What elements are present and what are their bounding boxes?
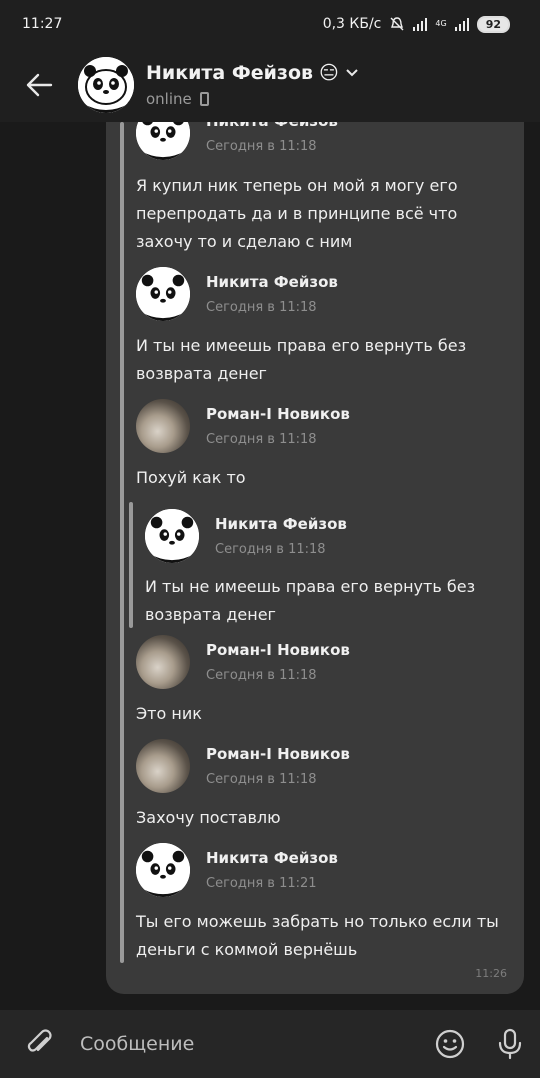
phone-icon [199,92,209,106]
message-text: Я купил ник теперь он мой я могу его пер… [136,176,458,251]
emoji-icon [435,1029,465,1059]
message-time: Сегодня в 11:18 [206,668,317,683]
message-time: Сегодня в 11:21 [206,876,317,891]
message-header: Роман-I Новиков Сегодня в 11:18 [136,739,350,793]
author-name: Никита Фейзов [206,273,338,291]
status-icons: 0,3 КБ/с 4G 92 [322,15,510,33]
author-avatar [136,843,190,897]
author-name: Роман-I Новиков [206,641,350,659]
network-type: 4G [435,19,447,28]
author-avatar [136,635,190,689]
input-bar: Сообщение [0,1010,540,1078]
message-text: И ты не имеешь права его вернуть без воз… [145,577,476,624]
network-speed: 0,3 КБ/с [322,16,382,32]
message-header: Роман-I Новиков Сегодня в 11:18 [136,635,350,689]
bubble-time: 11:26 [475,967,507,980]
message-time: Сегодня в 11:18 [215,542,326,557]
signal-icon [413,17,428,31]
message-header: Никита Фейзов Сегодня в 11:18 [145,509,347,563]
signal-icon-2 [454,17,469,31]
panda-avatar-icon [78,57,134,113]
forwarded-line [120,122,124,963]
status-time: 11:27 [22,16,63,32]
author-name: Никита Фейзов [206,849,338,867]
message-time: Сегодня в 11:18 [206,432,317,447]
message-header: Никита Фейзов Сегодня в 11:18 [136,122,338,160]
contact-emoji: 😑 [319,62,339,84]
message-text: И ты не имеешь права его вернуть без воз… [136,336,467,383]
mute-icon [390,17,404,31]
contact-name-row[interactable]: Никита Фейзов 😑 [146,62,359,84]
emoji-button[interactable] [420,1010,480,1078]
microphone-icon [498,1028,522,1060]
voice-button[interactable] [480,1010,540,1078]
author-avatar [136,399,190,453]
message-time: Сегодня в 11:18 [206,772,317,787]
author-name: Никита Фейзов [206,122,338,130]
panda-avatar-icon [136,267,190,321]
author-avatar [136,122,190,160]
back-button[interactable] [0,48,78,122]
author-name: Никита Фейзов [215,515,347,533]
author-avatar [145,509,199,563]
attach-button[interactable] [0,1010,80,1078]
panda-avatar-icon [136,843,190,897]
message-text: Это ник [136,704,202,723]
chat-area[interactable]: Никита Фейзов Сегодня в 11:18 Я купил ни… [0,122,540,1010]
author-avatar [136,739,190,793]
contact-status: online [146,90,192,108]
message-text: Похуй как то [136,468,246,487]
message-input[interactable]: Сообщение [80,1033,420,1055]
attach-icon [27,1029,52,1052]
message-time: Сегодня в 11:18 [206,300,317,315]
status-bar: 11:27 0,3 КБ/с 4G 92 [0,0,540,48]
message-text: Ты его можешь забрать но только если ты … [136,912,499,959]
contact-name: Никита Фейзов [146,62,314,84]
nested-forward-line [129,502,133,628]
author-avatar [136,267,190,321]
panda-avatar-icon [145,509,199,563]
chevron-down-icon [346,69,358,77]
chat-header: Никита Фейзов 😑 online [0,48,540,122]
contact-avatar[interactable] [78,57,134,113]
message-text: Захочу поставлю [136,808,281,827]
author-name: Роман-I Новиков [206,405,350,423]
message-time: Сегодня в 11:18 [206,139,317,154]
author-name: Роман-I Новиков [206,745,350,763]
message-header: Роман-I Новиков Сегодня в 11:18 [136,399,350,453]
back-arrow-icon [26,73,53,97]
panda-avatar-icon [136,122,190,160]
message-header: Никита Фейзов Сегодня в 11:18 [136,267,338,321]
battery-icon: 92 [476,15,510,33]
contact-status-row: online [146,90,359,108]
message-header: Никита Фейзов Сегодня в 11:21 [136,843,338,897]
